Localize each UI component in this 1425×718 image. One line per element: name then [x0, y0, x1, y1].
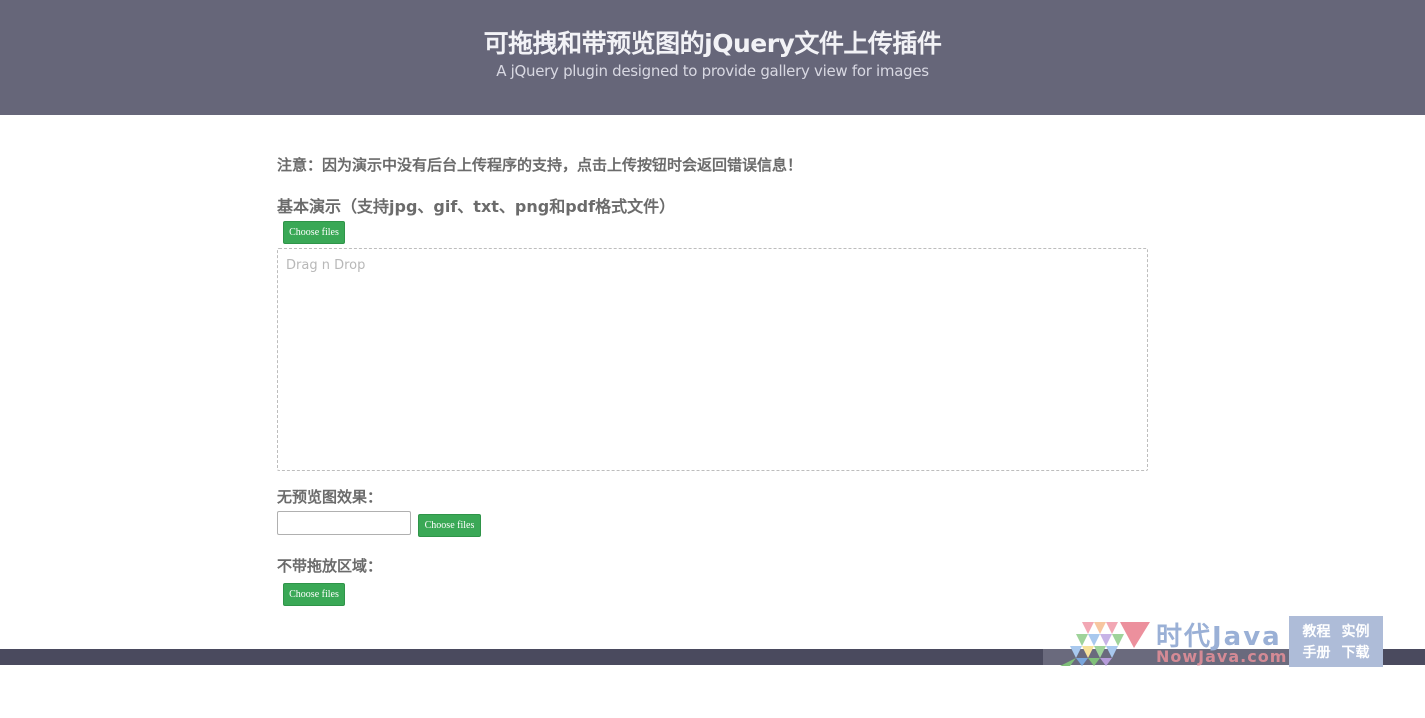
watermark-link-examples[interactable]: 实例 — [1336, 621, 1375, 641]
page-title: 可拖拽和带预览图的jQuery文件上传插件 — [483, 29, 942, 58]
watermark-domain: NowJava.com — [1156, 647, 1288, 666]
basic-demo-heading: 基本演示（支持jpg、gif、txt、png和pdf格式文件） — [277, 197, 676, 216]
page-header: 可拖拽和带预览图的jQuery文件上传插件 A jQuery plugin de… — [0, 0, 1425, 115]
triangle-logo-icon — [1060, 622, 1150, 666]
no-preview-choose-files-button[interactable]: Choose files — [418, 514, 481, 537]
no-dropzone-heading: 不带拖放区域： — [277, 557, 383, 575]
file-name-input[interactable] — [277, 511, 411, 535]
no-dropzone-choose-files-button[interactable]: Choose files — [283, 583, 345, 606]
drag-drop-zone[interactable]: Drag n Drop — [277, 248, 1148, 471]
watermark-link-download[interactable]: 下载 — [1336, 642, 1375, 662]
notice-text: 注意：因为演示中没有后台上传程序的支持，点击上传按钮时会返回错误信息！ — [277, 156, 803, 174]
watermark-link-manual[interactable]: 手册 — [1297, 642, 1336, 662]
watermark-links: 教程 实例 手册 下载 — [1289, 616, 1383, 667]
basic-choose-files-button[interactable]: Choose files — [283, 221, 345, 244]
page-subtitle: A jQuery plugin designed to provide gall… — [496, 62, 929, 80]
dropzone-placeholder: Drag n Drop — [286, 258, 366, 273]
watermark-link-tutorial[interactable]: 教程 — [1297, 621, 1336, 641]
site-watermark: 时代Java NowJava.com 教程 实例 手册 下载 — [1060, 616, 1385, 668]
no-preview-heading: 无预览图效果： — [277, 488, 383, 506]
